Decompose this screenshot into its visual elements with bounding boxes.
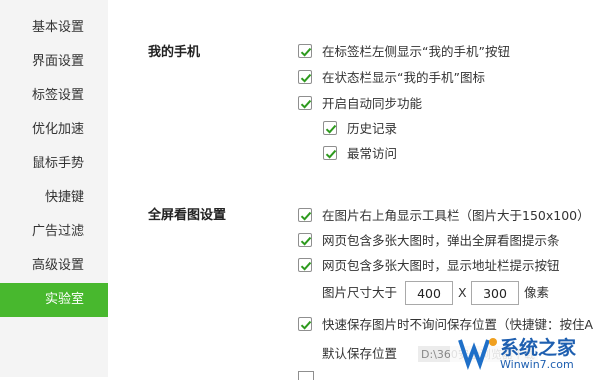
watermark-logo: 系统之家 Winwin7.com — [450, 330, 600, 377]
size-separator: X — [458, 285, 467, 300]
option-sync-most-visited[interactable]: 最常访问 — [323, 145, 523, 163]
checkbox[interactable] — [298, 233, 312, 247]
option-label: 在标签栏左侧显示“我的手机”按钮 — [322, 44, 510, 59]
settings-sidebar: 基本设置 界面设置 标签设置 优化加速 鼠标手势 快捷键 广告过滤 高级设置 实… — [0, 0, 108, 377]
checkbox[interactable] — [298, 258, 312, 272]
option-auto-sync[interactable]: 开启自动同步功能 — [298, 95, 598, 113]
image-size-label: 图片尺寸大于 — [322, 285, 398, 300]
checkbox[interactable] — [298, 70, 312, 84]
option-image-toolbar[interactable]: 在图片右上角显示工具栏（图片大于150x100） — [298, 207, 600, 225]
section-title-my-phone: 我的手机 — [148, 45, 201, 60]
section-title-fullscreen-image: 全屏看图设置 — [148, 208, 227, 223]
checkbox[interactable] — [323, 146, 337, 160]
option-addressbar-button[interactable]: 网页包含多张大图时，显示地址栏提示按钮 — [298, 257, 600, 275]
watermark-brand: 系统之家 — [500, 337, 577, 359]
sidebar-item-adblock[interactable]: 广告过滤 — [32, 215, 84, 249]
watermark-url: Winwin7.com — [500, 358, 574, 371]
sidebar-item-lab[interactable]: 实验室 — [0, 283, 108, 317]
option-phone-tab-button[interactable]: 在标签栏左侧显示“我的手机”按钮 — [298, 43, 598, 61]
option-fullscreen-prompt[interactable]: 网页包含多张大图时，弹出全屏看图提示条 — [298, 232, 600, 250]
sidebar-item-mouse-gesture[interactable]: 鼠标手势 — [32, 147, 84, 181]
sidebar-item-tabs[interactable]: 标签设置 — [32, 79, 84, 113]
checkbox[interactable] — [298, 96, 312, 110]
checkbox[interactable] — [298, 208, 312, 222]
image-height-input[interactable]: 300 — [471, 281, 519, 305]
sidebar-item-interface[interactable]: 界面设置 — [32, 45, 84, 79]
option-sync-history[interactable]: 历史记录 — [323, 120, 523, 138]
sidebar-item-advanced[interactable]: 高级设置 — [32, 249, 84, 283]
checkbox[interactable] — [298, 44, 312, 58]
sidebar-item-basic[interactable]: 基本设置 — [32, 11, 84, 45]
option-label: 开启自动同步功能 — [322, 96, 423, 111]
checkbox-partial[interactable] — [298, 371, 314, 380]
sidebar-item-shortcuts[interactable]: 快捷键 — [45, 181, 84, 215]
checkbox[interactable] — [298, 317, 312, 331]
option-label: 最常访问 — [347, 146, 398, 161]
checkbox[interactable] — [323, 121, 337, 135]
option-label: 在状态栏显示“我的手机”图标 — [322, 70, 485, 85]
option-phone-status-icon[interactable]: 在状态栏显示“我的手机”图标 — [298, 69, 598, 87]
option-label: 网页包含多张大图时，显示地址栏提示按钮 — [322, 258, 560, 273]
option-label: 在图片右上角显示工具栏（图片大于150x100） — [322, 208, 590, 223]
size-unit-label: 像素 — [524, 285, 550, 300]
option-label: 历史记录 — [347, 121, 398, 136]
image-width-input[interactable]: 400 — [405, 281, 453, 305]
sidebar-item-optimize[interactable]: 优化加速 — [32, 113, 84, 147]
option-label: 网页包含多张大图时，弹出全屏看图提示条 — [322, 233, 560, 248]
default-save-label: 默认保存位置 — [322, 346, 398, 361]
